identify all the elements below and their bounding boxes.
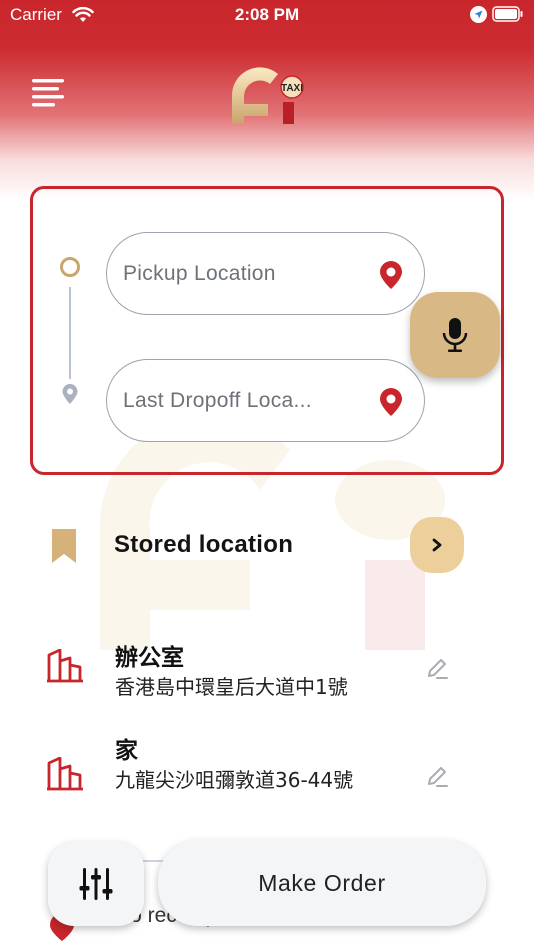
voice-input-button[interactable] bbox=[410, 292, 500, 378]
make-order-button[interactable]: Make Order bbox=[158, 840, 486, 926]
battery-icon bbox=[492, 6, 523, 22]
place-address: 九龍尖沙咀彌敦道36-44號 bbox=[115, 768, 354, 792]
status-time: 2:08 PM bbox=[234, 5, 300, 24]
chevron-right-icon bbox=[432, 538, 442, 552]
edit-pencil-icon[interactable] bbox=[425, 656, 449, 680]
menu-lines-icon bbox=[32, 79, 64, 107]
map-pin-icon[interactable] bbox=[378, 260, 404, 290]
pickup-placeholder: Pickup Location bbox=[123, 261, 276, 285]
building-icon bbox=[47, 757, 83, 791]
place-name: 家 bbox=[115, 738, 138, 764]
stored-location-title: Stored location bbox=[114, 531, 294, 558]
route-end-pin-icon bbox=[62, 384, 78, 404]
location-arrow-icon bbox=[470, 6, 487, 23]
pickup-location-input[interactable]: Pickup Location bbox=[106, 232, 425, 315]
route-start-marker bbox=[60, 257, 80, 277]
dropoff-placeholder: Last Dropoff Loca... bbox=[123, 388, 312, 412]
filter-button[interactable] bbox=[48, 842, 144, 926]
dropoff-location-input[interactable]: Last Dropoff Loca... bbox=[106, 359, 425, 442]
sliders-icon bbox=[79, 868, 113, 900]
edit-pencil-icon[interactable] bbox=[425, 764, 449, 788]
app-logo: TAXI bbox=[228, 60, 308, 130]
route-connector-line bbox=[69, 287, 71, 379]
building-icon bbox=[47, 649, 83, 683]
logo-badge-text: TAXI bbox=[281, 83, 303, 94]
place-address: 香港島中環皇后大道中1號 bbox=[115, 675, 348, 699]
place-name: 辦公室 bbox=[115, 645, 184, 671]
bookmark-icon bbox=[52, 529, 76, 563]
status-bar: Carrier 2:08 PM bbox=[0, 0, 534, 30]
microphone-icon bbox=[442, 318, 468, 352]
map-pin-icon[interactable] bbox=[378, 387, 404, 417]
menu-button[interactable] bbox=[30, 76, 66, 108]
stored-location-expand-button[interactable] bbox=[410, 517, 464, 573]
